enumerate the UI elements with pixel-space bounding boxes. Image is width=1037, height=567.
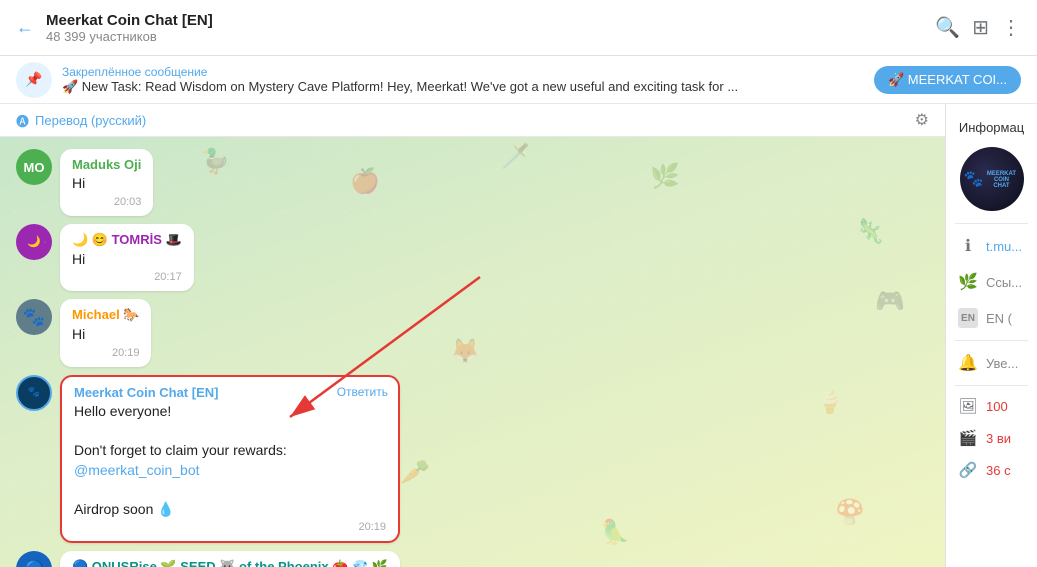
message-bubble-2: 🌙 😊 TOMRİS 🎩 Hi 20:17 — [60, 224, 194, 292]
video-count: 3 ви — [986, 431, 1011, 446]
message-bubble-1: Maduks Oji Hi 20:03 — [60, 149, 153, 216]
more-icon[interactable]: ⋮ — [1001, 15, 1021, 40]
avatar-2: 🌙 — [16, 224, 52, 260]
sidebar-divider-1 — [955, 223, 1028, 224]
sender-name-5: 🔵 ONUSRise 🌱 SEED 🐺 of the Phoenix 🍅 💎 🌿 — [72, 559, 388, 567]
back-button[interactable]: ← — [16, 17, 34, 38]
sender-name-1: Maduks Oji — [72, 157, 141, 172]
translation-bar: 🅐 Перевод (русский) ⚙ — [0, 104, 945, 137]
search-icon[interactable]: 🔍 — [935, 15, 960, 40]
layout-icon[interactable]: ⊞ — [972, 15, 989, 40]
pinned-action-button[interactable]: 🚀 MEERKAT COI... — [874, 66, 1021, 94]
chat-title: Meerkat Coin Chat [EN] — [46, 12, 935, 29]
chat-info: Meerkat Coin Chat [EN] 48 399 участников — [46, 12, 935, 44]
translation-settings-icon[interactable]: ⚙ — [915, 110, 929, 130]
sidebar-stat-media[interactable]: 🖼 100 — [946, 390, 1037, 422]
message-time-1: 20:03 — [72, 196, 141, 208]
chat-area: 🅐 Перевод (русский) ⚙ 🍬 🦆 🍎 🗡️ 🌿 🦎 🎮 🦊 🍦… — [0, 104, 945, 567]
sidebar-link-text: t.mu... — [986, 239, 1022, 254]
message-time-3: 20:19 — [72, 347, 139, 359]
main-layout: 🅐 Перевод (русский) ⚙ 🍬 🦆 🍎 🗡️ 🌿 🦎 🎮 🦊 🍦… — [0, 104, 1037, 567]
message-bubble-3: Michael 🐎 Hi 20:19 — [60, 299, 151, 367]
links-icon: 🔗 — [958, 460, 978, 480]
avatar-5: 🔵 — [16, 551, 52, 567]
media-icon: 🖼 — [958, 396, 978, 416]
right-sidebar: Информац 🐾 MEERKAT COINCHAT ℹ t.mu... 🌿 … — [945, 104, 1037, 567]
member-count: 48 399 участников — [46, 29, 935, 44]
lang-icon: EN — [958, 308, 978, 328]
pinned-content: 🚀 New Task: Read Wisdom on Mystery Cave … — [62, 79, 864, 95]
message-group-3: 🐾 Michael 🐎 Hi 20:19 — [16, 299, 929, 367]
sidebar-item-notifications[interactable]: 🔔 Уве... — [946, 345, 1037, 381]
translate-icon: 🅐 — [16, 111, 29, 130]
pinned-label: Закреплённое сообщение — [62, 65, 864, 79]
sidebar-divider-2 — [955, 340, 1028, 341]
info-icon: ℹ — [958, 236, 978, 256]
pinned-text: Закреплённое сообщение 🚀 New Task: Read … — [62, 65, 864, 95]
sidebar-item-lang[interactable]: EN EN ( — [946, 300, 1037, 336]
avatar-4: 🐾 — [16, 375, 52, 411]
message-text-1: Hi — [72, 174, 141, 194]
video-icon: 🎬 — [958, 428, 978, 448]
message-text-2: Hi — [72, 250, 182, 270]
sidebar-avatar-inner: 🐾 MEERKAT COINCHAT — [960, 147, 1024, 211]
sidebar-divider-3 — [955, 385, 1028, 386]
sender-name-2: 🌙 😊 TOMRİS 🎩 — [72, 232, 182, 248]
sidebar-group-avatar: 🐾 MEERKAT COINCHAT — [960, 147, 1024, 211]
bell-icon: 🔔 — [958, 353, 978, 373]
message-bubble-4-highlighted: Ответить Meerkat Coin Chat [EN] Hello ev… — [60, 375, 400, 544]
reply-button[interactable]: Ответить — [337, 385, 388, 399]
chat-messages-container[interactable]: 🍬 🦆 🍎 🗡️ 🌿 🦎 🎮 🦊 🍦 🥕 🍄 🦜 MO Maduks Oji H… — [0, 137, 945, 567]
chat-header: ← Meerkat Coin Chat [EN] 48 399 участник… — [0, 0, 1037, 56]
sidebar-lang-text: EN ( — [986, 311, 1012, 326]
avatar-3: 🐾 — [16, 299, 52, 335]
message-group-4: 🐾 Ответить Meerkat Coin Chat [EN] Hello … — [16, 375, 929, 544]
pinned-btn-label: 🚀 MEERKAT COI... — [888, 72, 1007, 88]
message-group-1: MO Maduks Oji Hi 20:03 — [16, 149, 929, 216]
message-text-4: Hello everyone! Don't forget to claim yo… — [74, 402, 386, 520]
message-group-2: 🌙 🌙 😊 TOMRİS 🎩 Hi 20:17 — [16, 224, 929, 292]
link-icon: 🌿 — [958, 272, 978, 292]
message-time-4: 20:19 — [74, 521, 386, 533]
sidebar-item-link[interactable]: ℹ t.mu... — [946, 228, 1037, 264]
media-count: 100 — [986, 399, 1008, 414]
sender-name-3: Michael 🐎 — [72, 307, 139, 323]
message-group-5: 🔵 🔵 ONUSRise 🌱 SEED 🐺 of the Phoenix 🍅 💎… — [16, 551, 929, 567]
pinned-message-bar[interactable]: 📌 Закреплённое сообщение 🚀 New Task: Rea… — [0, 56, 1037, 104]
link-count: 36 с — [986, 463, 1011, 478]
bot-link[interactable]: @meerkat_coin_bot — [74, 462, 200, 478]
sidebar-item-link2[interactable]: 🌿 Ссы... — [946, 264, 1037, 300]
header-actions: 🔍 ⊞ ⋮ — [935, 15, 1021, 40]
message-bubble-5: 🔵 ONUSRise 🌱 SEED 🐺 of the Phoenix 🍅 💎 🌿… — [60, 551, 400, 567]
message-text-3: Hi — [72, 325, 139, 345]
sidebar-stat-links[interactable]: 🔗 36 с — [946, 454, 1037, 486]
sidebar-link2-text: Ссы... — [986, 275, 1022, 290]
translate-label: Перевод (русский) — [35, 113, 146, 128]
avatar-1: MO — [16, 149, 52, 185]
notification-label: Уве... — [986, 356, 1018, 371]
sidebar-stat-video[interactable]: 🎬 3 ви — [946, 422, 1037, 454]
pinned-avatar: 📌 — [16, 62, 52, 98]
message-time-2: 20:17 — [72, 271, 182, 283]
sidebar-title: Информац — [959, 112, 1024, 139]
